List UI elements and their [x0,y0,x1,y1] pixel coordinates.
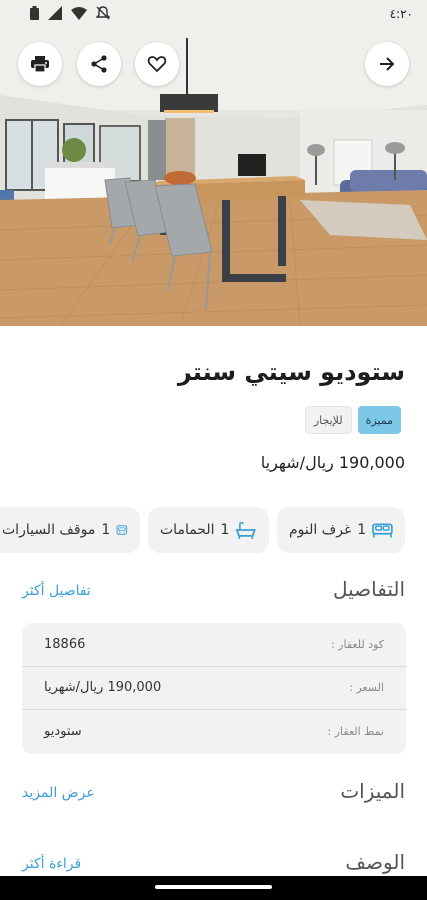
favorite-button[interactable] [135,42,179,86]
more-details-link[interactable]: تفاصيل أكثر [22,583,91,599]
detail-label: كود للعقار : [330,637,384,651]
battery-icon [30,5,39,24]
parking-label: موقف السيارات [2,522,96,538]
baths-label: الحمامات [160,522,215,538]
read-more-link[interactable]: قراءة أكثر [22,856,81,872]
status-bar: ٤:٢٠ [0,0,427,28]
signal-icon [48,5,62,24]
parking-count: 1 [101,522,111,538]
bed-icon [372,523,393,538]
property-details: ستوديو سيتي سنتر مميزة للإيجار 190,000 ر… [0,326,427,900]
arrow-right-icon [380,57,395,71]
car-icon [116,525,128,535]
forward-button[interactable] [365,42,409,86]
parking-chip: 1 موقف السيارات [0,507,140,553]
for-rent-badge: للإيجار [304,406,352,434]
share-icon [91,55,107,73]
amenities-title: الميزات [340,779,405,803]
detail-row-type: نمط العقار : ستوديو [22,710,406,754]
beds-chip: 1 غرف النوم [277,507,405,553]
featured-badge: مميزة [357,406,401,434]
detail-value: ستوديو [44,724,82,740]
description-title: الوصف [345,850,405,874]
property-price: 190,000 ريال/شهريا [260,453,405,472]
home-gesture-handle[interactable] [155,885,272,889]
print-icon [31,56,49,73]
property-photo[interactable] [0,0,427,326]
detail-label: السعر : [349,681,384,695]
wifi-icon [71,5,87,24]
beds-count: 1 [357,522,367,538]
detail-value: 18866 [44,636,86,652]
detail-row-price: السعر : 190,000 ريال/شهريا [22,667,406,711]
beds-label: غرف النوم [289,522,352,538]
heart-icon [147,56,167,73]
feature-chips: 1 غرف النوم 1 الحمامات 1 موقف السيارات [0,507,405,553]
show-more-amenities-link[interactable]: عرض المزيد [22,785,95,801]
status-icons [30,5,111,24]
system-nav-bar [0,876,427,900]
property-badges: مميزة للإيجار [304,406,401,434]
mute-icon [95,5,111,24]
detail-label: نمط العقار : [327,725,384,739]
detail-value: 190,000 ريال/شهريا [44,680,162,696]
status-time: ٤:٢٠ [389,7,413,21]
print-button[interactable] [18,42,62,86]
details-card: كود للعقار : 18866 السعر : 190,000 ريال/… [22,623,406,754]
bath-icon [236,521,257,540]
baths-count: 1 [220,522,230,538]
detail-row-code: كود للعقار : 18866 [22,623,406,667]
share-button[interactable] [77,42,121,86]
baths-chip: 1 الحمامات [148,507,269,553]
details-title: التفاصيل [332,577,405,601]
room-illustration [0,0,427,326]
property-title: ستوديو سيتي سنتر [177,358,405,386]
